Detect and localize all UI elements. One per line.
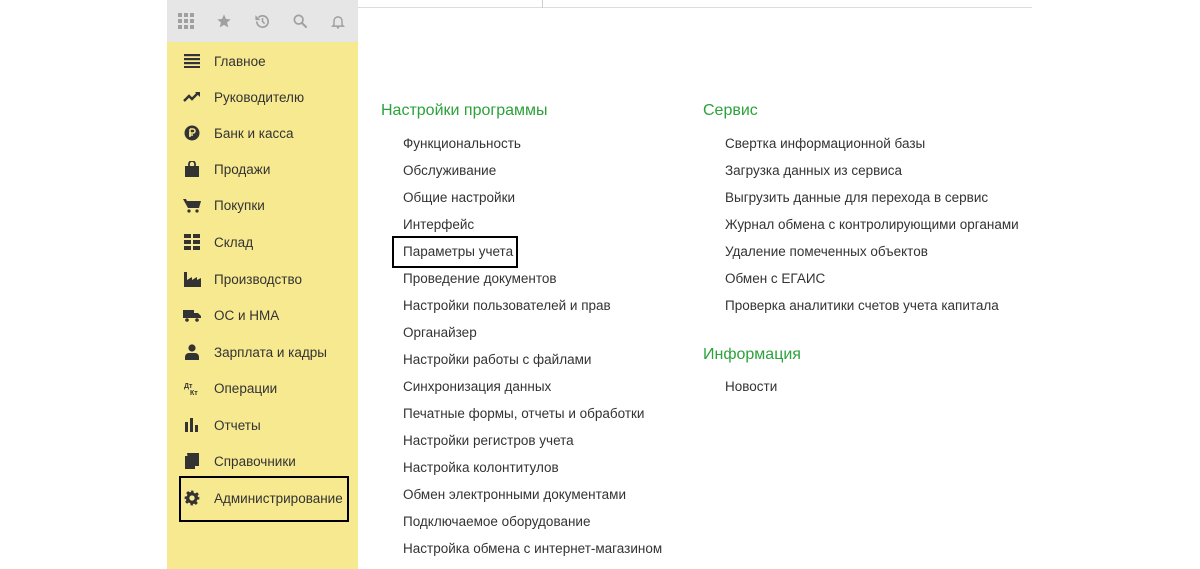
sidebar-item-label: Отчеты — [214, 417, 261, 433]
menu-lines-icon — [183, 52, 201, 70]
trend-up-icon — [183, 88, 201, 106]
sidebar-item-label: Покупки — [214, 197, 265, 213]
sidebar-item-label: Руководителю — [214, 89, 305, 105]
dt-kt-icon: Дт Кт — [183, 379, 201, 397]
link-capital-analytics-check[interactable]: Проверка аналитики счетов учета капитала — [725, 298, 999, 313]
sidebar-item-label: Главное — [214, 53, 266, 69]
warehouse-grid-icon — [183, 233, 201, 251]
link-db-compression[interactable]: Свертка информационной базы — [725, 136, 925, 151]
truck-icon — [183, 306, 201, 324]
svg-text:Кт: Кт — [190, 390, 198, 396]
shopping-cart-icon — [183, 196, 201, 214]
link-maintenance[interactable]: Обслуживание — [403, 163, 496, 178]
sidebar-item-production[interactable]: Производство — [167, 262, 358, 296]
sidebar-item-directories[interactable]: Справочники — [167, 444, 358, 478]
apps-grid-icon[interactable] — [167, 0, 205, 42]
link-functionality[interactable]: Функциональность — [403, 136, 521, 151]
section-title-settings: Настройки программы — [381, 102, 548, 119]
link-interface[interactable]: Интерфейс — [403, 217, 474, 232]
sidebar-item-label: Справочники — [214, 453, 296, 469]
shopping-bag-icon — [183, 160, 201, 178]
link-register-settings[interactable]: Настройки регистров учета — [403, 433, 574, 448]
link-document-posting[interactable]: Проведение документов — [403, 271, 557, 286]
link-online-store-exchange[interactable]: Настройка обмена с интернет-магазином — [403, 541, 662, 556]
sidebar-item-purchases[interactable]: Покупки — [167, 188, 358, 222]
link-regulatory-exchange-log[interactable]: Журнал обмена с контролирующими органами — [725, 217, 1019, 232]
ruble-coin-icon — [183, 124, 201, 142]
content-top-border — [358, 0, 1032, 8]
sidebar-item-sales[interactable]: Продажи — [167, 152, 358, 186]
sidebar-item-label: Операции — [214, 380, 278, 396]
svg-text:Дт: Дт — [184, 383, 193, 390]
factory-icon — [183, 270, 201, 288]
link-news[interactable]: Новости — [725, 379, 777, 394]
highlight-frame-administration — [179, 476, 349, 522]
sidebar-item-salary[interactable]: Зарплата и кадры — [167, 335, 358, 369]
link-general-settings[interactable]: Общие настройки — [403, 190, 515, 205]
star-icon[interactable] — [205, 0, 243, 42]
link-export-to-service[interactable]: Выгрузить данные для перехода в сервис — [725, 190, 988, 205]
link-headers-footers[interactable]: Настройка колонтитулов — [403, 460, 559, 475]
link-organizer[interactable]: Органайзер — [403, 325, 477, 340]
section-title-service: Сервис — [703, 102, 758, 119]
sidebar-item-label: ОС и НМА — [214, 307, 280, 323]
search-icon[interactable] — [281, 0, 319, 42]
sidebar-item-manager[interactable]: Руководителю — [167, 80, 358, 114]
sidebar-item-label: Банк и касса — [214, 125, 294, 141]
books-icon — [183, 452, 201, 470]
link-user-settings[interactable]: Настройки пользователей и прав — [403, 298, 611, 313]
link-delete-marked[interactable]: Удаление помеченных объектов — [725, 244, 928, 259]
sidebar-item-reports[interactable]: Отчеты — [167, 408, 358, 442]
link-load-from-service[interactable]: Загрузка данных из сервиса — [725, 163, 902, 178]
person-icon — [183, 343, 201, 361]
bar-chart-icon — [183, 416, 201, 434]
sidebar-item-fixed-assets[interactable]: ОС и НМА — [167, 298, 358, 332]
bell-icon[interactable] — [319, 0, 357, 42]
sidebar-item-warehouse[interactable]: Склад — [167, 225, 358, 259]
sidebar-item-label: Склад — [214, 234, 254, 250]
sidebar-item-label: Производство — [214, 271, 303, 287]
sidebar-item-label: Зарплата и кадры — [214, 344, 327, 360]
sidebar-item-label: Продажи — [214, 161, 271, 177]
link-print-forms[interactable]: Печатные формы, отчеты и обработки — [403, 406, 644, 421]
link-file-settings[interactable]: Настройки работы с файлами — [403, 352, 591, 367]
section-title-info: Информация — [703, 346, 801, 363]
history-icon[interactable] — [243, 0, 281, 42]
top-toolbar — [167, 0, 358, 42]
sidebar-item-bank[interactable]: Банк и касса — [167, 116, 358, 150]
link-data-sync[interactable]: Синхронизация данных — [403, 379, 551, 394]
link-connected-equipment[interactable]: Подключаемое оборудование — [403, 514, 590, 529]
sidebar-item-main[interactable]: Главное — [167, 44, 358, 78]
highlight-frame-accounting-parameters — [392, 236, 518, 268]
sidebar: Главное Руководителю Банк и касса Продаж… — [167, 0, 358, 569]
sidebar-item-operations[interactable]: Дт Кт Операции — [167, 371, 358, 405]
link-edi-exchange[interactable]: Обмен электронными документами — [403, 487, 626, 502]
link-egais-exchange[interactable]: Обмен с ЕГАИС — [725, 271, 825, 286]
